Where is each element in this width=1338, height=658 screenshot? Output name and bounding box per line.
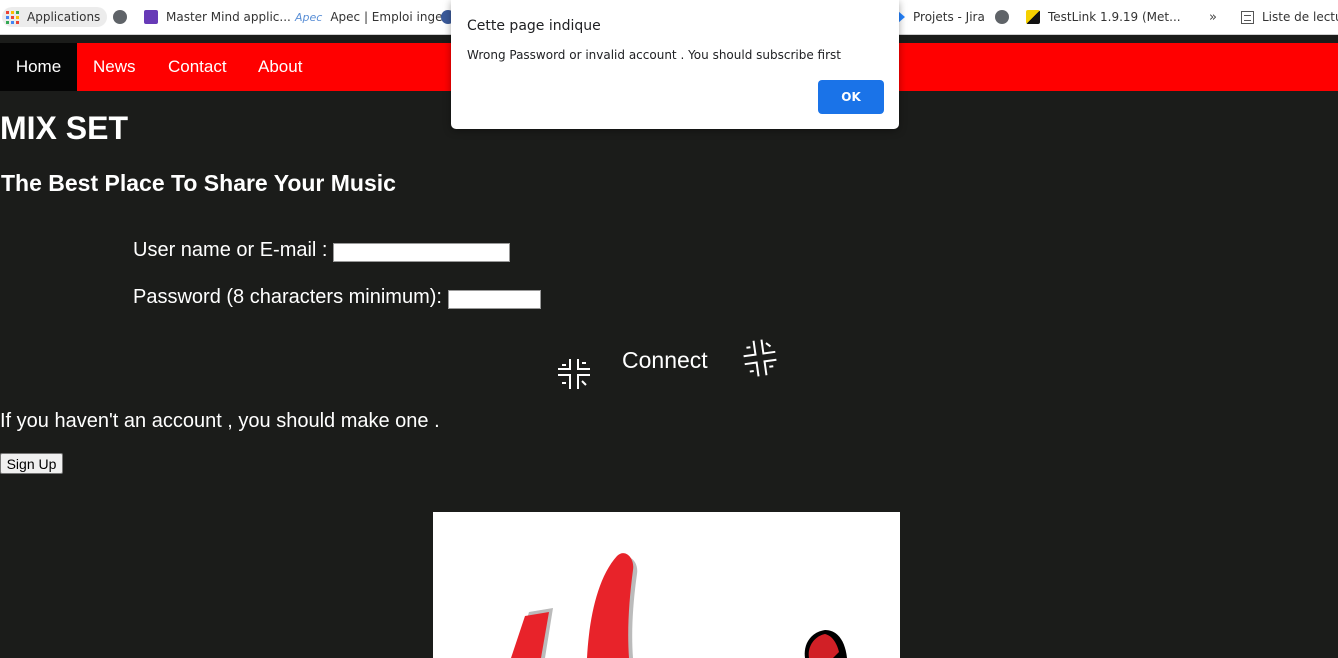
- nav-news[interactable]: News: [93, 43, 136, 91]
- password-label: Password (8 characters minimum):: [133, 286, 442, 308]
- bookmark-globe-2[interactable]: [995, 7, 1017, 27]
- reading-list-icon: [1241, 10, 1254, 24]
- bookmark-label: Applications: [27, 10, 101, 24]
- connect-button[interactable]: Connect: [622, 347, 708, 374]
- bookmark-label: Apec | Emploi inge...: [330, 10, 454, 24]
- username-input[interactable]: [333, 243, 510, 262]
- bookmark-applications[interactable]: Applications: [2, 7, 108, 27]
- bookmark-testlink[interactable]: TestLink 1.9.19 (Met...: [1026, 7, 1181, 27]
- bookmark-apec[interactable]: Apec Apec | Emploi inge...: [295, 7, 454, 27]
- password-input[interactable]: [448, 290, 541, 309]
- bookmark-jira[interactable]: Projets - Jira: [898, 7, 985, 27]
- google-forms-icon: [144, 10, 158, 24]
- bookmark-globe[interactable]: [113, 7, 135, 27]
- bookmark-label: Master Mind applic...: [166, 10, 291, 24]
- dialog-title: Cette page indique: [467, 18, 601, 34]
- connect-left-glyph-icon: [558, 359, 590, 389]
- double-chevron-icon: »: [1209, 9, 1217, 25]
- bookmark-label: TestLink 1.9.19 (Met...: [1048, 10, 1181, 24]
- globe-icon: [113, 10, 127, 24]
- connect-right-glyph-icon: [743, 339, 777, 377]
- signup-prompt: If you haven't an account , you should m…: [0, 410, 440, 432]
- page-subtitle: The Best Place To Share Your Music: [1, 170, 396, 196]
- logo-artwork: [511, 553, 847, 658]
- alert-dialog: Cette page indique Wrong Password or inv…: [451, 0, 899, 129]
- sign-up-button[interactable]: Sign Up: [0, 453, 63, 474]
- bookmarks-overflow-button[interactable]: »: [1209, 7, 1217, 27]
- mix-set-logo: [433, 512, 900, 658]
- ok-button[interactable]: OK: [818, 80, 884, 114]
- dialog-message: Wrong Password or invalid account . You …: [467, 48, 841, 62]
- bookmark-label: Projets - Jira: [913, 10, 985, 24]
- nav-contact[interactable]: Contact: [168, 43, 227, 91]
- nav-home[interactable]: Home: [0, 43, 77, 91]
- apps-grid-icon: [6, 10, 19, 24]
- apec-icon: Apec: [295, 10, 323, 24]
- page-title: MIX SET: [0, 110, 129, 146]
- reading-list-label: Liste de lectur: [1262, 10, 1338, 24]
- username-label: User name or E-mail :: [133, 239, 328, 261]
- nav-about[interactable]: About: [258, 43, 302, 91]
- reading-list-button[interactable]: Liste de lectur: [1241, 7, 1338, 27]
- jira-icon: [898, 11, 905, 23]
- testlink-icon: [1026, 10, 1040, 24]
- bookmark-mastermind[interactable]: Master Mind applic...: [144, 7, 291, 27]
- globe-icon: [995, 10, 1009, 24]
